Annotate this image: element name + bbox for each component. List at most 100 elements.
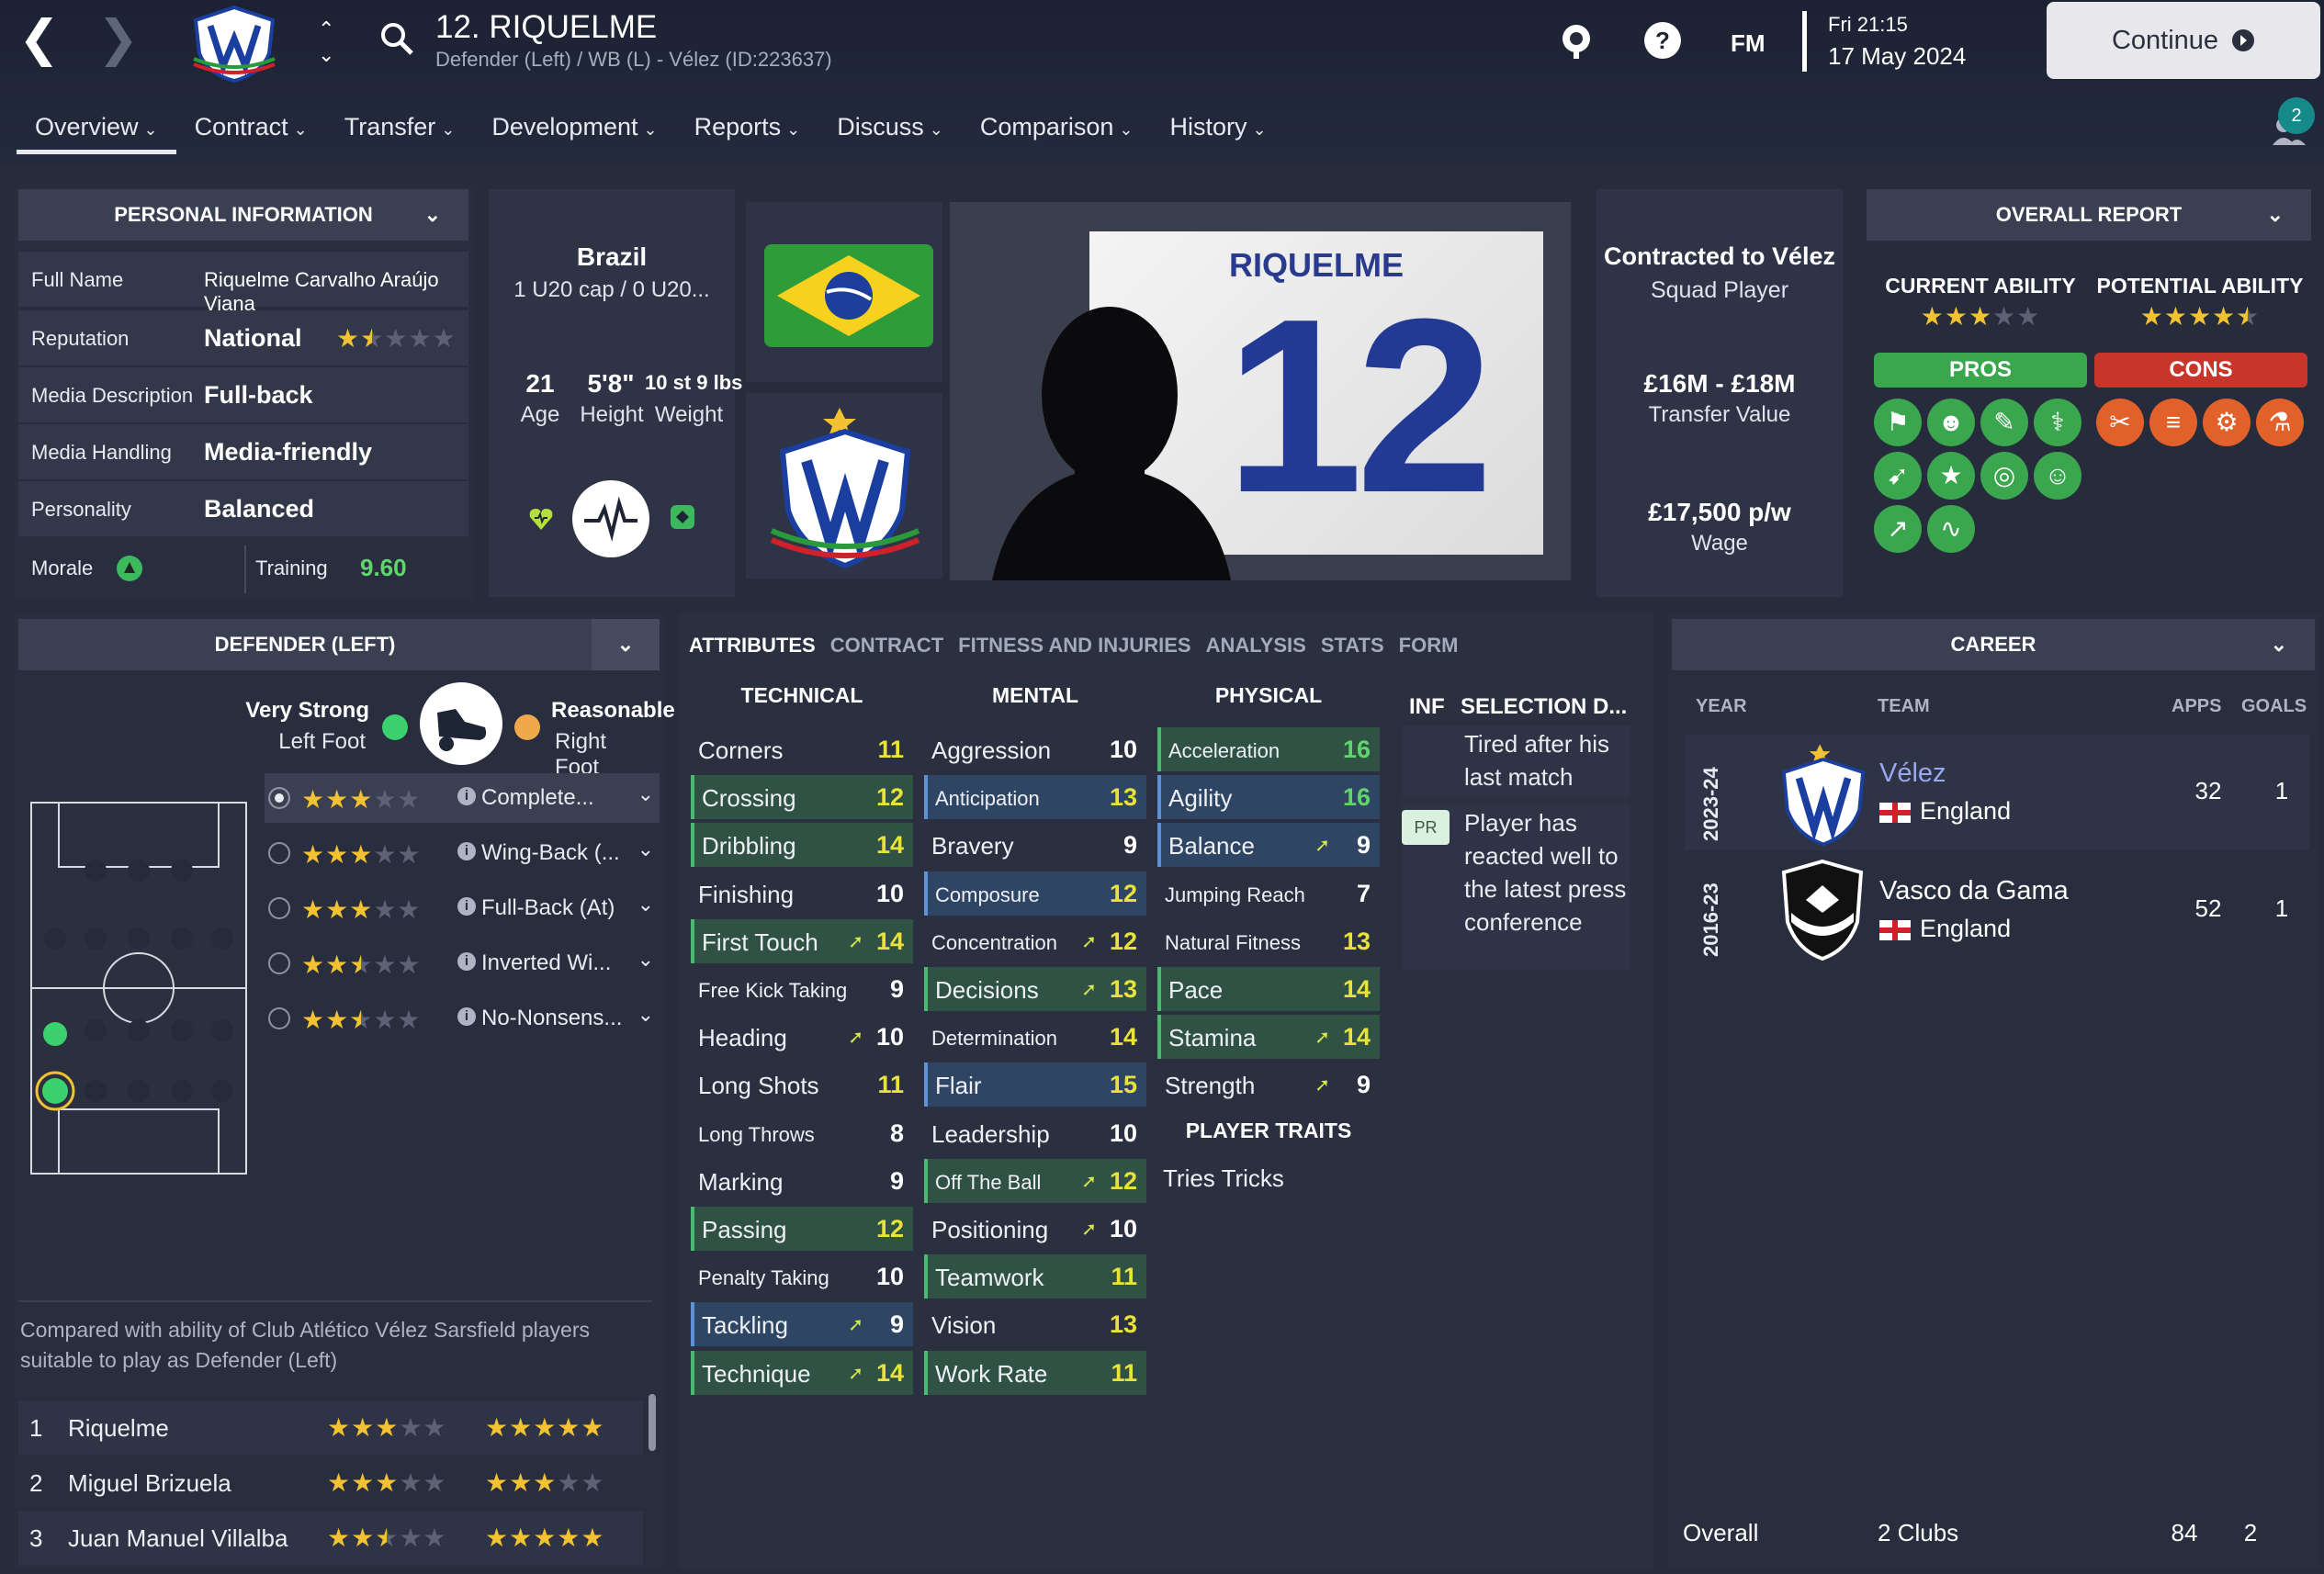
plus-icon[interactable]: [669, 503, 696, 531]
career-header[interactable]: CAREER ⌄: [1672, 619, 2315, 670]
career-team[interactable]: Vasco da Gama: [1879, 876, 2069, 906]
attribute-row[interactable]: Concentration ➚ 12: [924, 919, 1146, 963]
con-attribute-icon[interactable]: ≡: [2149, 399, 2197, 446]
attribute-row[interactable]: Strength ➚ 9: [1157, 1062, 1380, 1107]
info-icon[interactable]: i: [457, 1007, 476, 1026]
attribute-row[interactable]: Acceleration 16: [1157, 727, 1380, 771]
con-attribute-icon[interactable]: ⚗: [2256, 399, 2304, 446]
attribute-row[interactable]: Aggression 10: [924, 727, 1146, 771]
morale-icon[interactable]: [116, 555, 143, 582]
tab-development[interactable]: Development ⌄: [473, 108, 675, 154]
attribute-row[interactable]: Positioning ➚ 10: [924, 1207, 1146, 1251]
role-radio[interactable]: [268, 842, 290, 864]
condition-icon[interactable]: [571, 479, 650, 558]
pro-attribute-icon[interactable]: ☺: [2034, 452, 2081, 500]
pro-attribute-icon[interactable]: ⚑: [1874, 399, 1922, 446]
attribute-row[interactable]: Crossing 12: [691, 775, 913, 820]
report-header[interactable]: OVERALL REPORT ⌄: [1867, 189, 2311, 241]
con-attribute-icon[interactable]: ⚙: [2203, 399, 2251, 446]
pro-attribute-icon[interactable]: ⚕: [2034, 399, 2081, 446]
role-row[interactable]: ★★★★★ i Complete... ⌄: [265, 773, 660, 823]
info-icon[interactable]: i: [457, 952, 476, 971]
attribute-row[interactable]: Penalty Taking 10: [691, 1254, 913, 1299]
position-dropdown-button[interactable]: ⌄: [592, 619, 660, 670]
attribute-row[interactable]: Jumping Reach 7: [1157, 871, 1380, 916]
search-icon[interactable]: [378, 20, 415, 57]
attribute-row[interactable]: Balance ➚ 9: [1157, 823, 1380, 868]
attribute-row[interactable]: Leadership 10: [924, 1111, 1146, 1155]
globe-icon[interactable]: [1556, 20, 1596, 61]
role-row[interactable]: ★★★★★ i Full-Back (At) ⌄: [265, 883, 660, 933]
attribute-row[interactable]: First Touch ➚ 14: [691, 918, 913, 963]
tab-analysis[interactable]: ANALYSIS: [1206, 634, 1306, 658]
position-header[interactable]: DEFENDER (LEFT): [18, 619, 592, 670]
help-icon[interactable]: ?: [1642, 20, 1683, 61]
tab-reports[interactable]: Reports ⌄: [676, 108, 819, 154]
attribute-row[interactable]: Passing 12: [691, 1207, 913, 1251]
attribute-row[interactable]: Agility 16: [1157, 775, 1380, 820]
role-radio[interactable]: [268, 952, 290, 974]
tab-form[interactable]: FORM: [1399, 634, 1459, 658]
attribute-row[interactable]: Corners 11: [691, 727, 913, 771]
velez-crest-icon[interactable]: [766, 404, 924, 569]
tab-discuss[interactable]: Discuss ⌄: [818, 108, 962, 154]
scrollbar[interactable]: [649, 1394, 656, 1451]
tab-stats[interactable]: STATS: [1321, 634, 1384, 658]
role-row[interactable]: ★★★★★ i Inverted Wi... ⌄: [265, 939, 660, 988]
tab-overview[interactable]: Overview ⌄: [17, 108, 176, 154]
pro-attribute-icon[interactable]: ➹: [1874, 452, 1922, 500]
tab-history[interactable]: History ⌄: [1151, 108, 1284, 154]
role-radio[interactable]: [268, 1007, 290, 1029]
pro-attribute-icon[interactable]: ◎: [1980, 452, 2028, 500]
con-attribute-icon[interactable]: ✂: [2096, 399, 2144, 446]
attribute-row[interactable]: Marking 9: [691, 1159, 913, 1203]
pro-attribute-icon[interactable]: ∿: [1927, 505, 1975, 553]
career-team[interactable]: Vélez: [1879, 759, 1946, 789]
tab-attributes[interactable]: ATTRIBUTES: [689, 634, 816, 658]
attribute-row[interactable]: Free Kick Taking 9: [691, 967, 913, 1011]
forward-icon[interactable]: ❯: [97, 9, 139, 67]
player-switch-icon[interactable]: ⌃ ⌄: [318, 17, 334, 68]
attribute-row[interactable]: Determination 14: [924, 1015, 1146, 1059]
attribute-row[interactable]: Technique ➚ 14: [691, 1350, 913, 1395]
continue-button[interactable]: Continue: [2047, 2, 2320, 79]
attribute-row[interactable]: Dribbling 14: [691, 823, 913, 868]
role-radio[interactable]: [268, 787, 290, 809]
attribute-row[interactable]: Flair 15: [924, 1062, 1146, 1107]
attribute-row[interactable]: Natural Fitness 13: [1157, 919, 1380, 963]
attribute-row[interactable]: Anticipation 13: [924, 775, 1146, 820]
career-row[interactable]: 2016-23 Vasco da Gama England 52 1: [1685, 852, 2309, 968]
compare-row[interactable]: 3 Juan Manuel Villalba ★★★★★ ★★★★★: [18, 1512, 643, 1565]
personal-header[interactable]: PERSONAL INFORMATION ⌄: [18, 189, 468, 241]
back-icon[interactable]: ❮: [18, 9, 60, 67]
attribute-row[interactable]: Stamina ➚ 14: [1157, 1015, 1380, 1060]
info-icon[interactable]: i: [457, 787, 476, 805]
chevron-down-icon[interactable]: ⌄: [637, 1003, 654, 1027]
chevron-down-icon[interactable]: ⌄: [637, 893, 654, 916]
role-row[interactable]: ★★★★★ i Wing-Back (... ⌄: [265, 828, 660, 878]
career-row[interactable]: 2023-24 Vélez England 32 1: [1685, 735, 2309, 850]
chevron-down-icon[interactable]: ⌄: [637, 782, 654, 806]
tab-attr-contract[interactable]: CONTRACT: [830, 634, 943, 658]
role-radio[interactable]: [268, 897, 290, 919]
tab-comparison[interactable]: Comparison ⌄: [962, 108, 1152, 154]
attribute-row[interactable]: Pace 14: [1157, 967, 1380, 1011]
attribute-row[interactable]: Tackling ➚ 9: [691, 1302, 913, 1347]
role-row[interactable]: ★★★★★ i No-Nonsens... ⌄: [265, 994, 660, 1043]
tab-transfer[interactable]: Transfer ⌄: [326, 108, 474, 154]
chevron-down-icon[interactable]: ⌄: [637, 948, 654, 972]
info-icon[interactable]: i: [457, 897, 476, 916]
heart-icon[interactable]: [527, 505, 555, 533]
pro-attribute-icon[interactable]: ✎: [1980, 399, 2028, 446]
club-crest-icon[interactable]: [188, 2, 280, 83]
attribute-row[interactable]: Composure 12: [924, 871, 1146, 916]
compare-row[interactable]: 1 Riquelme ★★★★★ ★★★★★: [18, 1401, 643, 1455]
pro-attribute-icon[interactable]: ☻: [1927, 399, 1975, 446]
fm-logo[interactable]: FM: [1731, 29, 1766, 58]
attribute-row[interactable]: Long Shots 11: [691, 1062, 913, 1107]
attribute-row[interactable]: Finishing 10: [691, 871, 913, 916]
attribute-row[interactable]: Teamwork 11: [924, 1254, 1146, 1299]
compare-row[interactable]: 2 Miguel Brizuela ★★★★★ ★★★★★: [18, 1456, 643, 1510]
attribute-row[interactable]: Heading ➚ 10: [691, 1015, 913, 1059]
attribute-row[interactable]: Bravery 9: [924, 823, 1146, 867]
